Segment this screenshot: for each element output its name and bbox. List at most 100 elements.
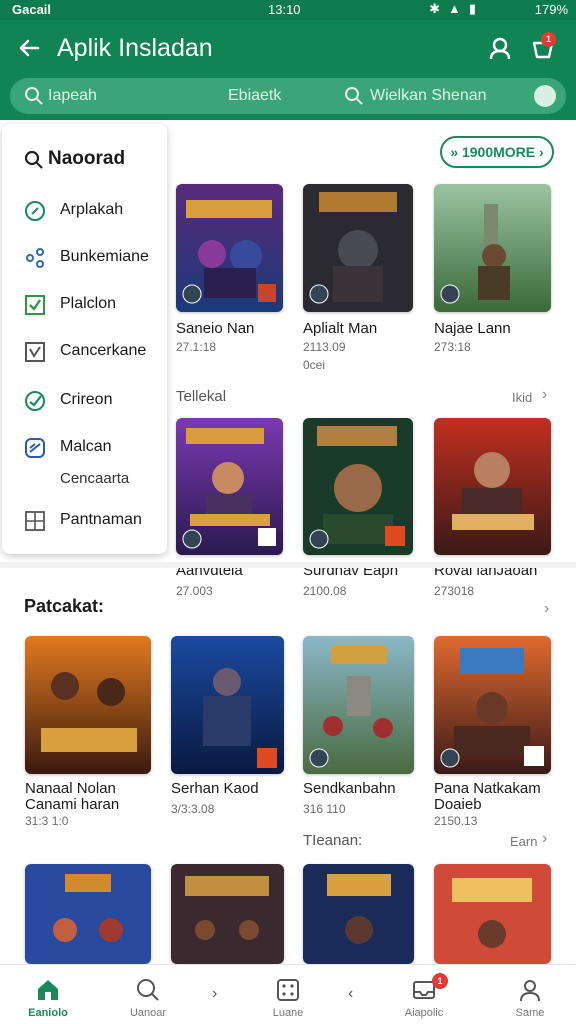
search-field-1[interactable]: Iapeah bbox=[48, 87, 97, 105]
game-meta: 2150.13 bbox=[434, 814, 478, 828]
bottom-navigation: Eaniolo Uanoar › Luane ‹ 1 Aiapolic Same bbox=[0, 964, 576, 1024]
game-thumbnail[interactable] bbox=[434, 636, 551, 774]
game-thumbnail[interactable] bbox=[171, 864, 284, 964]
check-square-icon bbox=[25, 342, 45, 362]
drawer-item-label: Bunkemiane bbox=[60, 248, 149, 265]
section-more-link[interactable]: Earn bbox=[510, 834, 537, 849]
search-icon bbox=[25, 87, 43, 105]
check-circle-icon bbox=[25, 391, 45, 411]
clock: 13:10 bbox=[268, 2, 301, 17]
drawer-item-label: Malcan bbox=[60, 438, 112, 455]
side-drawer: Naoorad Arplakah Bunkemiane Plalclon Can… bbox=[2, 124, 167, 554]
game-meta-2: 0cei bbox=[303, 358, 326, 372]
search-field-2[interactable]: Ebiaetk bbox=[228, 87, 281, 105]
game-thumbnail[interactable] bbox=[434, 864, 551, 964]
drawer-title: Naoorad bbox=[48, 148, 126, 169]
drawer-item[interactable]: Pantnaman bbox=[24, 506, 164, 536]
game-thumbnail[interactable] bbox=[434, 184, 551, 312]
game-meta: 27.003 bbox=[176, 584, 213, 598]
search-icon bbox=[24, 150, 43, 169]
gauge-icon bbox=[25, 438, 45, 458]
back-arrow-icon[interactable] bbox=[16, 34, 44, 62]
share-icon bbox=[26, 248, 44, 268]
section-label: TIeanan: bbox=[303, 832, 363, 849]
nav-item-games[interactable]: Luane bbox=[248, 965, 328, 1024]
game-title: Nanaal Nolan bbox=[25, 780, 116, 797]
drawer-item-label: Arplakah bbox=[60, 201, 124, 218]
game-meta: 273018 bbox=[434, 584, 475, 598]
user-icon bbox=[520, 980, 540, 1002]
game-title: Saneio Nan bbox=[176, 320, 255, 337]
game-title: Sendkanbahn bbox=[303, 780, 396, 797]
game-thumbnail[interactable] bbox=[303, 636, 414, 774]
game-meta: 31:3 1:0 bbox=[25, 814, 69, 828]
game-thumbnail[interactable] bbox=[434, 418, 551, 555]
drawer-item[interactable]: Arplakah bbox=[24, 196, 164, 226]
nav-label: Luane bbox=[272, 1007, 304, 1019]
nav-item-profile[interactable]: Same bbox=[490, 965, 570, 1024]
game-thumbnail[interactable] bbox=[303, 418, 413, 555]
game-thumbnail[interactable] bbox=[303, 864, 414, 964]
drawer-item-label: Pantnaman bbox=[60, 511, 142, 528]
chevron-right-icon[interactable]: › bbox=[542, 830, 547, 848]
drawer-item[interactable]: Malcan bbox=[24, 433, 164, 463]
drawer-item-label: Cancerkane bbox=[60, 342, 147, 359]
search-field-3[interactable]: Wielkan Shenan bbox=[370, 87, 487, 105]
dice-icon bbox=[277, 979, 299, 1001]
search-submit-icon[interactable] bbox=[534, 85, 556, 107]
chevron-left-icon: ‹ bbox=[348, 985, 354, 1002]
game-thumbnail[interactable] bbox=[25, 864, 151, 964]
game-title: Pana Natkakam bbox=[434, 780, 541, 797]
drawer-item-label: Plalclon bbox=[60, 295, 117, 312]
chevron-right-icon[interactable]: › bbox=[544, 600, 549, 618]
game-meta: 3/3:3.08 bbox=[171, 802, 215, 816]
nav-item-search[interactable]: Uanoar bbox=[108, 965, 188, 1024]
chevron-right-icon: › bbox=[212, 985, 218, 1002]
game-meta: 2113.09 bbox=[303, 340, 346, 354]
app-bar: Aplik Insladan 1 Iapeah Ebiaetk Wielkan … bbox=[0, 20, 576, 120]
nav-label: Eaniolo bbox=[28, 1007, 68, 1019]
game-meta: 27.1:18 bbox=[176, 340, 217, 354]
status-bar: Gacail 13:10 ✱▲▮ 179% bbox=[0, 0, 576, 20]
notification-badge: 1 bbox=[432, 973, 448, 989]
section-divider bbox=[0, 562, 576, 568]
view-all-button[interactable]: » 1900MORE › bbox=[440, 136, 554, 168]
game-thumbnail[interactable] bbox=[25, 636, 151, 774]
game-title: Najae Lann bbox=[434, 320, 511, 337]
chevron-right-icon[interactable]: › bbox=[542, 386, 547, 404]
game-thumbnail[interactable] bbox=[176, 184, 283, 312]
app-root: Gacail 13:10 ✱▲▮ 179% Aplik Insladan 1 I… bbox=[0, 0, 576, 1024]
signal-icons: ✱▲▮ bbox=[429, 1, 484, 16]
section-more-link[interactable]: Ikid bbox=[512, 390, 532, 405]
drawer-item[interactable]: Crireon bbox=[24, 386, 164, 416]
nav-label: Aiapolic bbox=[404, 1007, 444, 1019]
carrier-label: Gacail bbox=[12, 2, 52, 17]
nav-item-inbox[interactable]: 1 Aiapolic bbox=[384, 965, 464, 1024]
profile-icon[interactable] bbox=[486, 35, 514, 63]
nav-label: Uanoar bbox=[129, 1007, 167, 1019]
nav-label: Same bbox=[515, 1007, 545, 1019]
game-meta: 316 110 bbox=[303, 802, 346, 816]
game-subtitle: Canami haran bbox=[25, 796, 120, 813]
search-icon-secondary bbox=[345, 87, 363, 105]
game-subtitle: Doaieb bbox=[434, 796, 482, 813]
game-thumbnail[interactable] bbox=[303, 184, 413, 312]
grid-icon bbox=[25, 511, 45, 531]
game-thumbnail[interactable] bbox=[171, 636, 284, 774]
nav-item-home[interactable]: Eaniolo bbox=[8, 965, 88, 1024]
drawer-item-label: Crireon bbox=[60, 391, 113, 408]
home-icon bbox=[38, 980, 58, 1000]
checkbox-icon bbox=[25, 295, 45, 315]
drawer-sub-label: Cencaarta bbox=[60, 470, 130, 487]
search-bar[interactable]: Iapeah Ebiaetk Wielkan Shenan bbox=[10, 78, 566, 114]
drawer-item[interactable]: Bunkemiane bbox=[24, 243, 164, 273]
drawer-item[interactable]: Cancerkane bbox=[24, 337, 164, 367]
section-heading: Patcakat: bbox=[24, 596, 105, 616]
drawer-item[interactable]: Plalclon bbox=[24, 290, 164, 320]
page-title: Aplik Insladan bbox=[57, 34, 213, 62]
game-title: Aplialt Man bbox=[303, 320, 378, 337]
game-meta: 2100.08 bbox=[303, 584, 347, 598]
game-meta: 273:18 bbox=[434, 340, 471, 354]
game-thumbnail[interactable] bbox=[176, 418, 283, 555]
section-label: Tellekal bbox=[176, 388, 227, 405]
